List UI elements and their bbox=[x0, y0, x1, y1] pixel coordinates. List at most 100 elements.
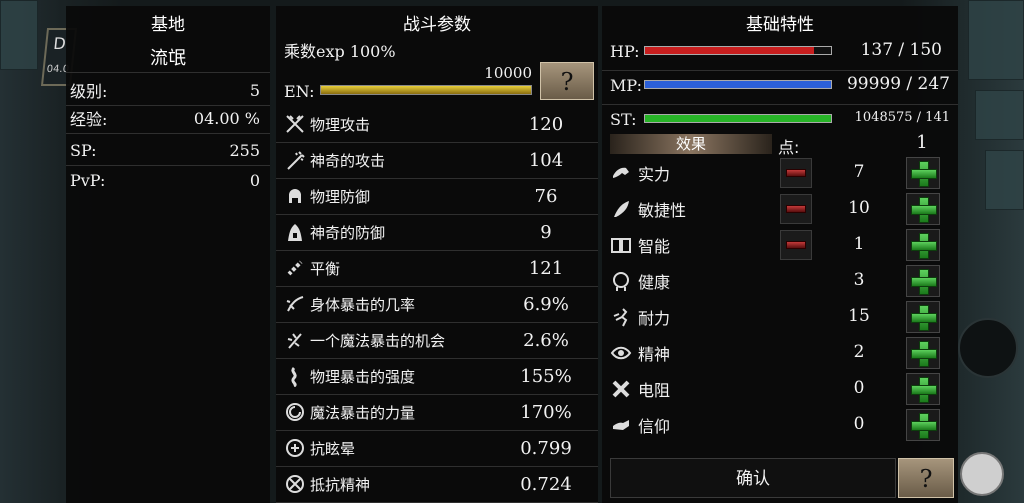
attribute-label: 实力 bbox=[638, 165, 671, 184]
base-panel: 基地 流氓 级别: 5 经验: 04.00 % SP: 255 PvP: 0 bbox=[66, 6, 270, 503]
attribute-label: 电阻 bbox=[638, 381, 671, 400]
attribute-value: 10 bbox=[848, 198, 870, 218]
praying-hands-icon bbox=[610, 414, 632, 436]
increase-button[interactable] bbox=[906, 193, 940, 225]
base-stat-value: 0 bbox=[249, 170, 260, 190]
book-icon bbox=[610, 234, 632, 256]
attribute-label: 智能 bbox=[638, 237, 671, 256]
combat-stat-row: 神奇的攻击 104 bbox=[276, 144, 598, 176]
combat-stat-value: 2.6% bbox=[523, 329, 569, 351]
stun-resist-icon bbox=[284, 437, 306, 459]
combat-stat-row: 物理攻击 120 bbox=[276, 108, 598, 140]
decrease-button[interactable] bbox=[780, 158, 812, 188]
base-stat-label: SP: bbox=[70, 140, 97, 160]
base-stat-row: 经验: 04.00 % bbox=[66, 104, 270, 132]
decrease-button[interactable] bbox=[780, 194, 812, 224]
combat-help-button[interactable]: ? bbox=[540, 62, 594, 100]
action-button[interactable] bbox=[960, 452, 1004, 496]
combat-stat-row: 抵抗精神 0.724 bbox=[276, 468, 598, 500]
base-stat-label: 级别: bbox=[70, 82, 108, 101]
crit-power-icon bbox=[284, 365, 306, 387]
base-attributes-panel: 基础特性 HP: 137 / 150 MP: 99999 / 247 ST: 1… bbox=[602, 6, 958, 503]
en-label: EN: bbox=[284, 82, 315, 101]
base-attributes-title: 基础特性 bbox=[746, 15, 814, 35]
crossed-bones-icon bbox=[610, 378, 632, 400]
attribute-label: 精神 bbox=[638, 345, 671, 364]
increase-button[interactable] bbox=[906, 157, 940, 189]
attribute-value: 3 bbox=[853, 270, 865, 290]
combat-stat-value: 104 bbox=[528, 149, 564, 171]
confirm-button[interactable]: 确认 bbox=[610, 458, 896, 498]
points-label: 点: bbox=[778, 138, 800, 157]
combat-stat-value: 155% bbox=[520, 365, 572, 387]
increase-button[interactable] bbox=[906, 409, 940, 441]
combat-stat-label: 抗眩晕 bbox=[310, 439, 356, 458]
mp-label: MP: bbox=[610, 76, 642, 95]
decrease-button[interactable] bbox=[780, 230, 812, 260]
en-bar bbox=[320, 85, 532, 95]
combat-stat-value: 0.724 bbox=[520, 473, 572, 495]
combat-stat-value: 170% bbox=[520, 401, 572, 423]
increase-button[interactable] bbox=[906, 301, 940, 333]
combat-stat-value: 0.799 bbox=[520, 437, 572, 459]
head-icon bbox=[610, 270, 632, 292]
attribute-value: 2 bbox=[853, 342, 865, 362]
combat-stat-row: 物理防御 76 bbox=[276, 180, 598, 212]
base-stat-value: 5 bbox=[249, 80, 260, 100]
attribute-label: 敏捷性 bbox=[638, 201, 687, 220]
mp-bar bbox=[644, 80, 832, 89]
increase-button[interactable] bbox=[906, 373, 940, 405]
helmet-icon bbox=[284, 185, 306, 207]
plus-icon bbox=[911, 269, 937, 295]
attribute-label: 健康 bbox=[638, 273, 671, 292]
crit-slash-icon bbox=[284, 293, 306, 315]
eye-icon bbox=[610, 342, 632, 364]
attribute-row: 智能 1 bbox=[602, 228, 958, 262]
plus-icon bbox=[911, 413, 937, 439]
combat-stat-label: 一个魔法暴击的机会 bbox=[310, 331, 446, 350]
attribute-value: 0 bbox=[853, 378, 865, 398]
combat-stat-label: 物理防御 bbox=[310, 187, 371, 206]
plus-icon bbox=[911, 341, 937, 367]
base-title: 基地 bbox=[151, 15, 185, 35]
effects-tab[interactable]: 效果 bbox=[610, 134, 772, 154]
feather-icon bbox=[610, 198, 632, 220]
combat-stat-row: 魔法暴击的力量 170% bbox=[276, 396, 598, 428]
combat-stat-label: 神奇的攻击 bbox=[310, 151, 386, 170]
hood-icon bbox=[284, 221, 306, 243]
st-value: 1048575 / 141 bbox=[854, 110, 950, 125]
increase-button[interactable] bbox=[906, 265, 940, 297]
attributes-help-button[interactable]: ? bbox=[898, 458, 954, 498]
st-bar bbox=[644, 114, 832, 123]
points-value: 1 bbox=[916, 132, 928, 153]
attribute-value: 15 bbox=[848, 306, 870, 326]
combat-stat-label: 身体暴击的几率 bbox=[310, 295, 416, 314]
combat-stat-label: 平衡 bbox=[310, 259, 341, 278]
joystick-button[interactable] bbox=[958, 318, 1018, 378]
combat-stat-label: 抵抗精神 bbox=[310, 475, 371, 494]
attribute-value: 7 bbox=[853, 162, 865, 182]
increase-button[interactable] bbox=[906, 337, 940, 369]
combat-stat-value: 6.9% bbox=[523, 293, 569, 315]
en-value: 10000 bbox=[484, 64, 532, 82]
combat-stat-row: 一个魔法暴击的机会 2.6% bbox=[276, 324, 598, 356]
combat-stat-row: 神奇的防御 9 bbox=[276, 216, 598, 248]
attribute-row: 信仰 0 bbox=[602, 408, 958, 442]
hp-label: HP: bbox=[610, 42, 640, 61]
combat-params-title: 战斗参数 bbox=[403, 15, 471, 35]
base-stat-label: PvP: bbox=[70, 170, 106, 190]
attribute-row: 精神 2 bbox=[602, 336, 958, 370]
plus-icon bbox=[911, 233, 937, 259]
plus-icon bbox=[911, 197, 937, 223]
increase-button[interactable] bbox=[906, 229, 940, 261]
runner-icon bbox=[610, 306, 632, 328]
combat-stat-row: 平衡 121 bbox=[276, 252, 598, 284]
character-class: 流氓 bbox=[150, 48, 186, 69]
chain-icon bbox=[284, 257, 306, 279]
combat-stat-value: 9 bbox=[540, 221, 552, 243]
attribute-value: 1 bbox=[853, 234, 865, 254]
vortex-icon bbox=[284, 401, 306, 423]
exp-multiplier: 乘数exp 100% bbox=[284, 42, 396, 61]
hp-bar bbox=[644, 46, 832, 55]
arm-icon bbox=[610, 162, 632, 184]
